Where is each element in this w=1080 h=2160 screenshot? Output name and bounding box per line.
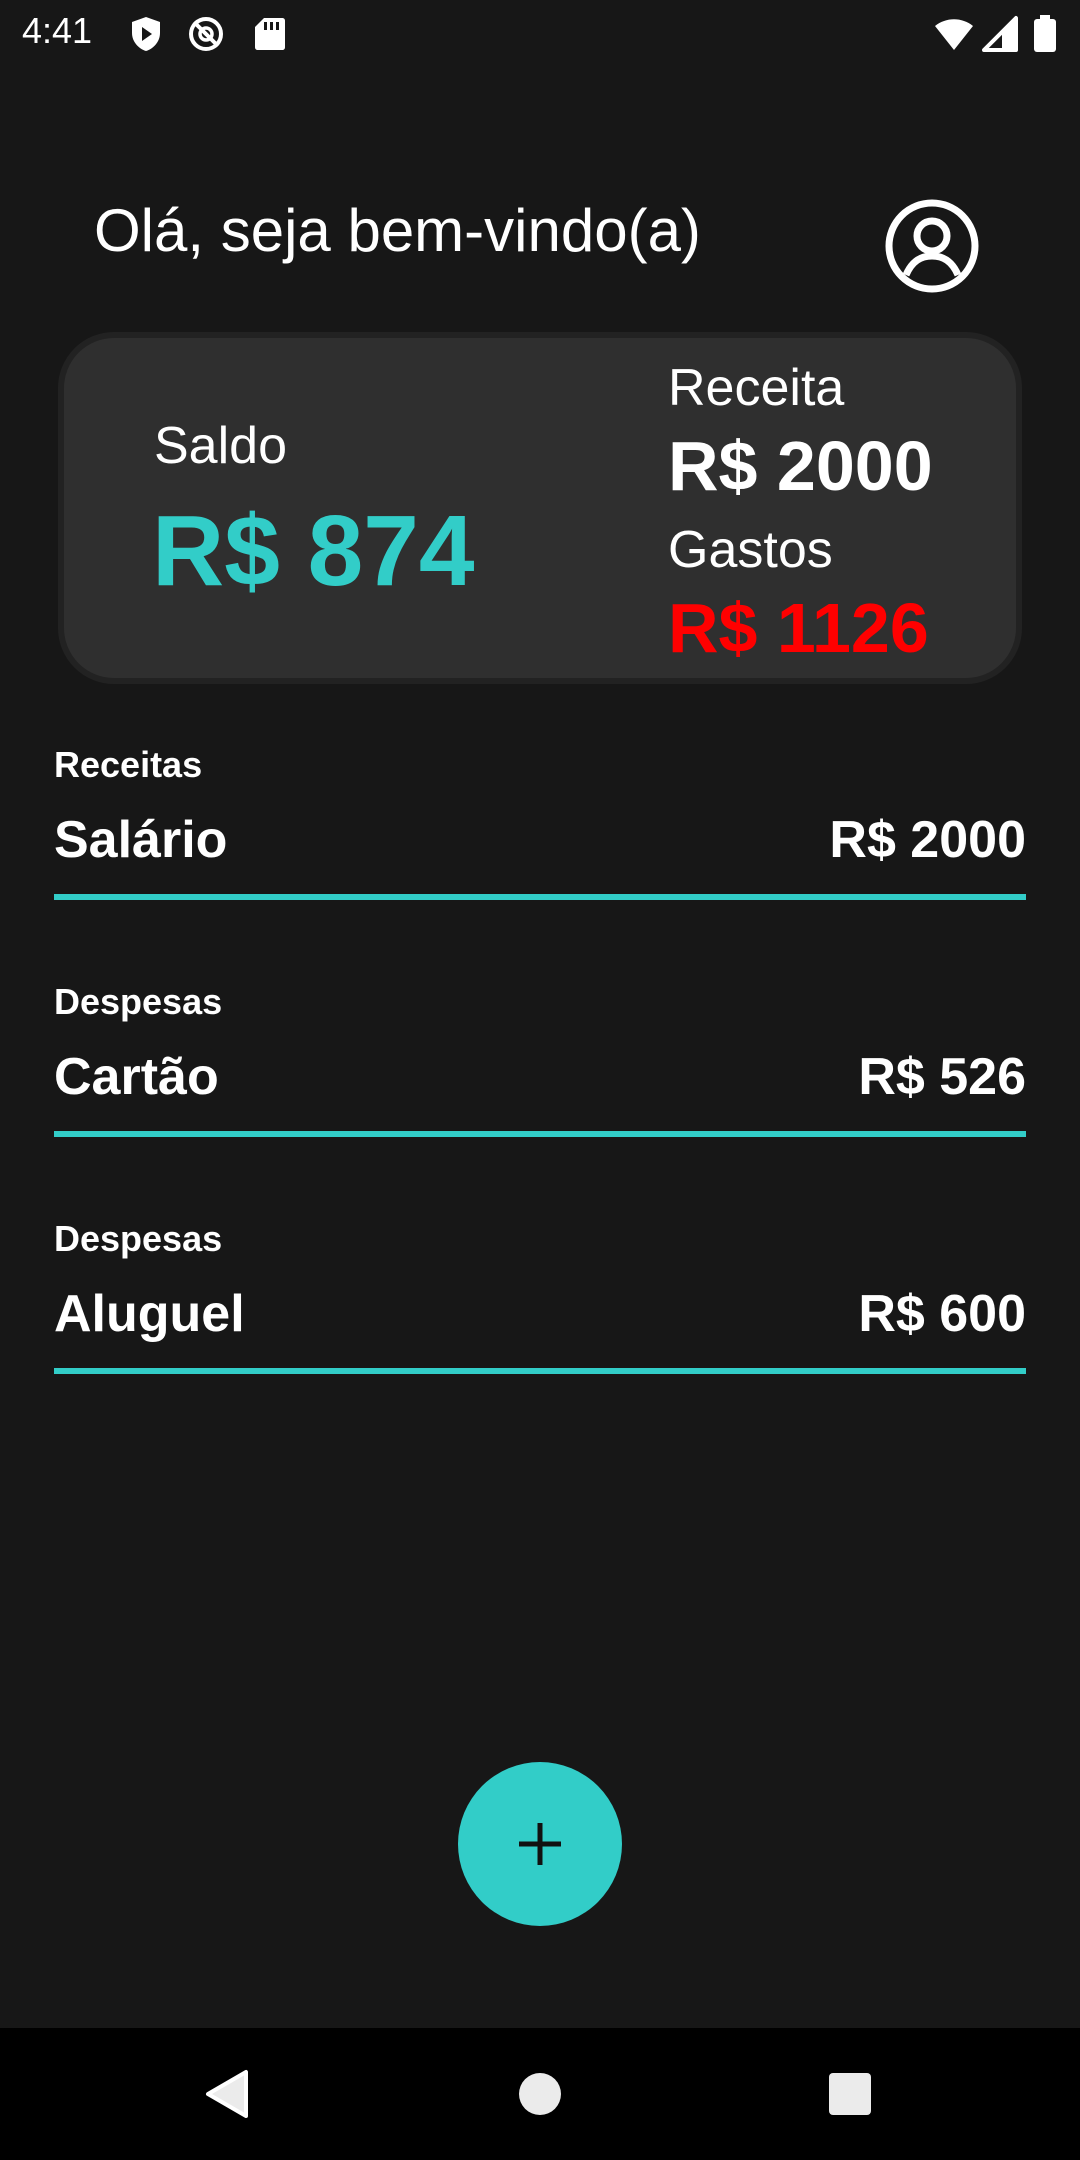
navigation-bar — [0, 2028, 1080, 2160]
transaction-name: Cartão — [54, 1048, 219, 1106]
no-tracking-icon — [189, 17, 223, 51]
recents-icon[interactable] — [818, 2062, 882, 2126]
balance-value: R$ 874 — [152, 495, 475, 607]
transaction-amount: R$ 600 — [858, 1285, 1026, 1343]
status-time: 4:41 — [22, 10, 93, 51]
account-circle-icon — [885, 199, 979, 293]
transaction-amount: R$ 526 — [858, 1048, 1026, 1106]
transaction-divider — [54, 1131, 1026, 1137]
wifi-icon — [935, 19, 973, 50]
shield-play-icon — [132, 17, 160, 51]
transaction-category: Receitas — [54, 744, 203, 785]
transaction-amount: R$ 2000 — [829, 811, 1026, 869]
transaction-divider — [54, 1368, 1026, 1374]
transaction-name: Salário — [54, 811, 228, 869]
sd-card-icon — [255, 18, 285, 50]
transaction-name: Aluguel — [54, 1285, 245, 1343]
home-icon[interactable] — [508, 2062, 572, 2126]
expense-value: R$ 1126 — [668, 589, 929, 667]
account-button[interactable] — [884, 198, 980, 294]
transaction-divider — [54, 894, 1026, 900]
status-bar: 4:41 — [0, 0, 1080, 66]
transaction-category: Despesas — [54, 981, 223, 1022]
income-label: Receita — [668, 359, 845, 417]
transaction-item[interactable]: Despesas Cartão R$ 526 — [54, 981, 1026, 1159]
battery-icon — [1034, 15, 1056, 52]
transaction-item[interactable]: Receitas Salário R$ 2000 — [54, 744, 1026, 922]
back-icon[interactable] — [196, 2062, 260, 2126]
transaction-category: Despesas — [54, 1218, 223, 1259]
income-value: R$ 2000 — [668, 427, 933, 505]
plus-icon — [519, 1823, 561, 1865]
transaction-item[interactable]: Despesas Aluguel R$ 600 — [54, 1218, 1026, 1396]
summary-card: Saldo R$ 874 Receita R$ 2000 Gastos R$ 1… — [58, 332, 1022, 684]
expense-label: Gastos — [668, 521, 833, 579]
add-transaction-button[interactable] — [458, 1762, 622, 1926]
balance-label: Saldo — [154, 417, 287, 475]
greeting-text: Olá, seja bem-vindo(a) — [94, 197, 701, 264]
cell-signal-icon — [982, 16, 1018, 52]
